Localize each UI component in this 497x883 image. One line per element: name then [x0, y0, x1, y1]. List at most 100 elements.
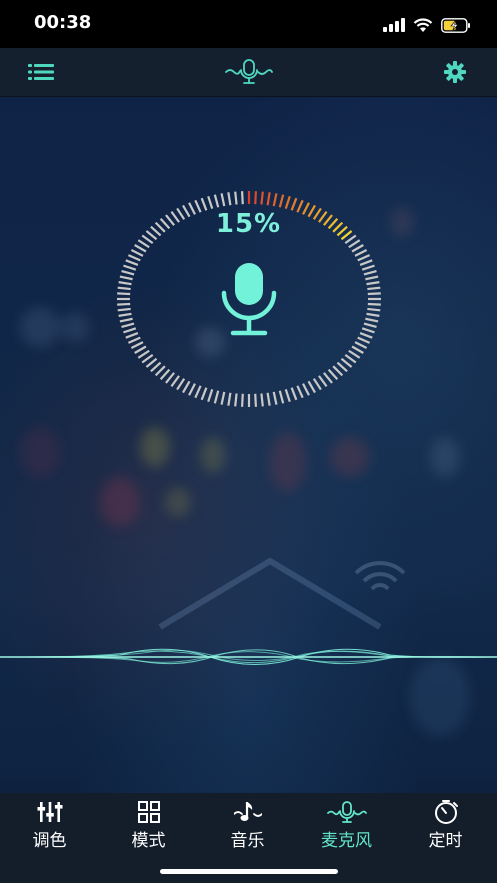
gauge-tick — [207, 195, 214, 209]
gauge-tick — [348, 239, 361, 249]
gauge-tick — [165, 372, 175, 384]
gauge-tick — [354, 248, 368, 257]
gauge-tick — [240, 393, 244, 407]
gauge-tick — [220, 391, 226, 405]
gauge-tick — [121, 269, 135, 276]
gauge-tick-active — [272, 193, 278, 207]
menu-list-icon[interactable] — [28, 62, 54, 82]
tab-microphone-label: 麦克风 — [321, 831, 372, 850]
tab-music-label: 音乐 — [230, 831, 265, 850]
gauge-tick — [117, 286, 131, 291]
tab-timer-label: 定时 — [428, 831, 463, 850]
gauge-tick — [284, 389, 291, 403]
signal-icon — [383, 18, 405, 32]
gauge-tick — [121, 322, 135, 329]
gauge-tick — [361, 264, 375, 271]
gauge-tick — [367, 292, 381, 296]
main-panel: 15% — [0, 97, 497, 793]
gauge-tick — [117, 307, 131, 312]
gauge-tick — [272, 391, 278, 405]
gauge-tick — [290, 387, 298, 401]
gauge-tick — [213, 390, 220, 404]
gauge-tick — [123, 327, 137, 334]
gauge-tick — [127, 254, 141, 262]
mic-level-percent: 15% — [215, 209, 282, 239]
gauge-tick — [176, 378, 186, 391]
gauge-tick — [227, 392, 232, 406]
gauge-tick — [159, 368, 171, 380]
gauge-tick — [367, 302, 381, 306]
gauge-tick — [207, 389, 214, 403]
microphone-icon — [221, 263, 277, 336]
gauge-tick — [344, 353, 357, 364]
gauge-tick — [365, 275, 379, 281]
tab-color[interactable]: 调色 — [0, 793, 99, 853]
status-bar: 00:38 — [0, 0, 497, 48]
tab-mode[interactable]: 模式 — [99, 793, 198, 853]
gauge-tick — [296, 385, 304, 399]
gauge-tick-active — [254, 191, 258, 205]
tab-timer[interactable]: 定时 — [396, 793, 495, 853]
gauge-tick — [227, 192, 232, 206]
gauge-tick-active — [266, 192, 271, 206]
tab-music[interactable]: 音乐 — [198, 793, 297, 853]
gauge-tick — [365, 317, 379, 323]
gauge-tick — [234, 393, 238, 407]
tab-mode-label: 模式 — [131, 831, 166, 850]
gauge-tick — [118, 312, 132, 317]
gauge-tick — [351, 244, 364, 253]
gauge-tick-active — [284, 195, 291, 209]
battery-charging-icon — [441, 17, 470, 33]
gauge-tick — [357, 336, 371, 344]
gauge-tick — [312, 378, 322, 391]
gauge-tick — [363, 269, 377, 276]
gauge-tick — [220, 193, 226, 207]
gauge-tick — [323, 372, 333, 384]
gauge-tick — [130, 248, 144, 257]
gauge-tick — [134, 244, 147, 253]
gauge-tick — [361, 327, 375, 334]
gauge-tick — [367, 286, 381, 291]
gauge-tick — [194, 385, 202, 399]
timer-icon — [434, 800, 458, 824]
tab-microphone[interactable]: 麦克风 — [297, 793, 396, 853]
settings-gear-icon[interactable] — [444, 61, 466, 83]
gauge-tick — [141, 353, 154, 364]
gauge-tick — [367, 307, 381, 312]
gauge-tick — [117, 302, 131, 306]
gauge-tick — [127, 336, 141, 344]
microphone-wave-icon — [225, 59, 273, 84]
gauge-tick — [170, 375, 180, 388]
gauge-tick — [348, 349, 361, 359]
gauge-tick — [336, 361, 348, 373]
grid-icon — [137, 801, 160, 823]
gauge-tick — [145, 357, 158, 368]
music-note-icon — [233, 802, 262, 821]
gauge-tick — [318, 375, 328, 388]
gauge-tick — [137, 349, 150, 359]
gauge-tick — [357, 254, 371, 262]
tab-color-label: 调色 — [32, 831, 67, 850]
gauge-tick — [118, 281, 132, 286]
gauge-tick — [366, 312, 380, 317]
gauge-tick — [327, 368, 339, 380]
gauge-tick — [254, 393, 258, 407]
gauge-tick — [200, 387, 208, 401]
home-indicator — [160, 869, 338, 874]
gauge-tick — [359, 259, 373, 266]
gauge-tick — [123, 264, 137, 271]
gauge-tick — [307, 380, 316, 394]
gauge-tick — [278, 390, 285, 404]
gauge-tick — [188, 383, 196, 396]
gauge-tick — [130, 341, 144, 350]
gauge-tick — [125, 332, 139, 339]
gauge-tick — [213, 194, 220, 208]
gauge-tick-active — [278, 194, 285, 208]
gauge-tick — [182, 380, 191, 394]
gauge-tick — [340, 357, 353, 368]
equalizer-icon — [37, 802, 62, 822]
gauge-tick — [125, 259, 139, 266]
gauge-tick — [302, 383, 310, 396]
gauge-tick — [119, 275, 133, 281]
status-time: 00:38 — [34, 12, 92, 33]
